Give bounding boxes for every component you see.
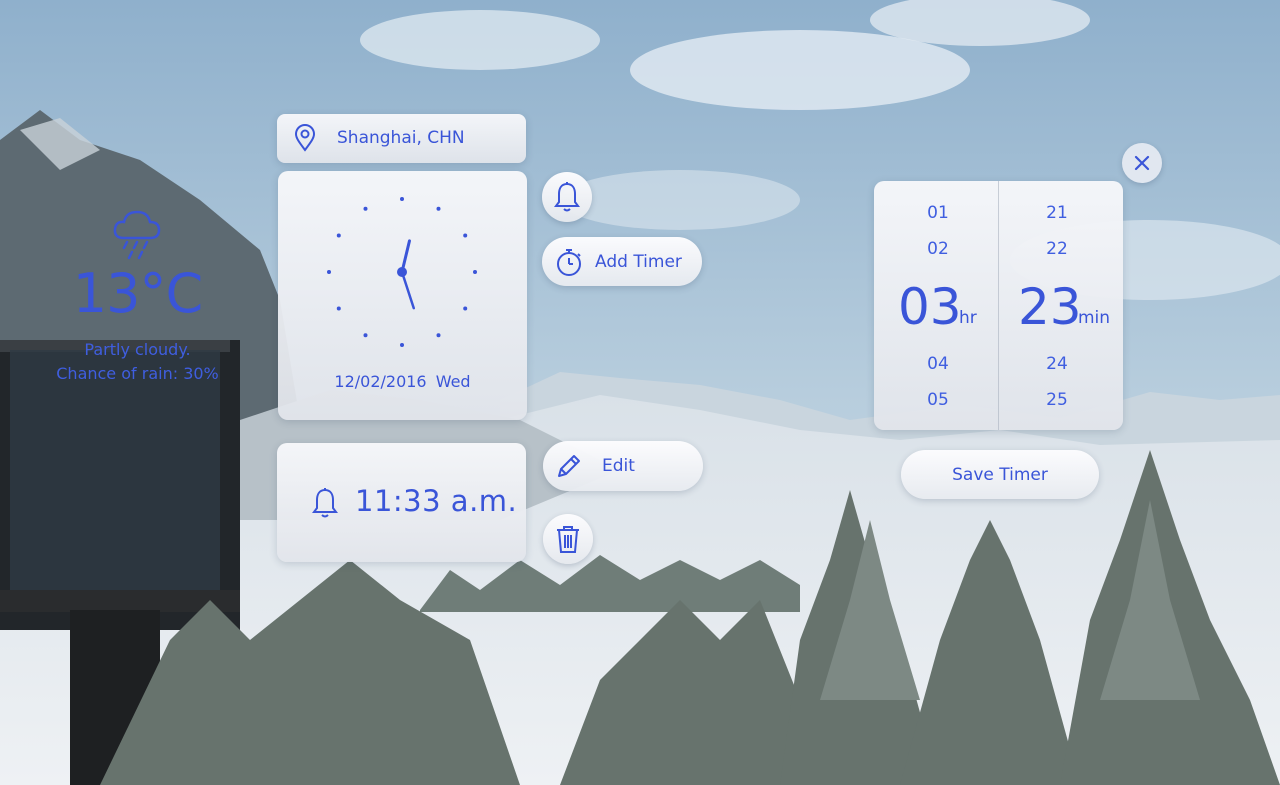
- add-timer-button[interactable]: Add Timer: [542, 237, 702, 286]
- selected-hour[interactable]: 03: [898, 278, 962, 336]
- clock-center-pin: [397, 267, 407, 277]
- clock-hour-marker: [473, 270, 477, 274]
- save-timer-button[interactable]: Save Timer: [901, 450, 1099, 499]
- clock-hour-marker: [436, 333, 441, 338]
- clock-hour-marker: [436, 206, 441, 211]
- bell-button[interactable]: [542, 172, 592, 222]
- save-timer-label: Save Timer: [952, 464, 1048, 485]
- clock-date: 12/02/2016 Wed: [278, 372, 527, 391]
- hour-option[interactable]: 04: [908, 354, 968, 374]
- minute-unit: min: [1078, 308, 1111, 328]
- selected-minute[interactable]: 23: [1018, 278, 1082, 336]
- alarm-time: 11:33 a.m.: [355, 484, 518, 518]
- hour-option[interactable]: 05: [908, 390, 968, 410]
- edit-label: Edit: [602, 456, 635, 476]
- edit-button[interactable]: Edit: [543, 441, 703, 491]
- rain-cloud-icon: [113, 210, 161, 260]
- clock-hour-marker: [363, 206, 368, 211]
- clock-hour-marker: [463, 233, 468, 238]
- pencil-icon: [558, 455, 580, 477]
- hour-unit: hr: [959, 308, 977, 328]
- clock-hour-marker: [363, 333, 368, 338]
- add-timer-label: Add Timer: [595, 252, 682, 272]
- minute-option[interactable]: 25: [1027, 390, 1087, 410]
- clock-hour-marker: [400, 343, 404, 347]
- analog-clock: [327, 197, 477, 347]
- clock-hour-marker: [336, 306, 341, 311]
- weather-condition: Partly cloudy.: [84, 340, 191, 359]
- rain-chance: Chance of rain: 30%: [56, 364, 219, 383]
- clock-minute-hand: [400, 270, 415, 310]
- hour-option[interactable]: 02: [908, 239, 968, 259]
- minute-option[interactable]: 24: [1027, 354, 1087, 374]
- close-icon: [1134, 155, 1150, 171]
- minute-option[interactable]: 22: [1027, 239, 1087, 259]
- location-pin-icon: [294, 124, 316, 152]
- hour-option[interactable]: 01: [908, 203, 968, 223]
- date-text: 12/02/2016: [334, 372, 427, 391]
- stopwatch-icon: [557, 249, 581, 276]
- clock-hour-marker: [327, 270, 331, 274]
- bell-icon: [312, 488, 338, 518]
- picker-divider: [998, 181, 999, 430]
- delete-button[interactable]: [543, 514, 593, 564]
- weekday-text: Wed: [435, 372, 471, 391]
- minute-option[interactable]: 21: [1027, 203, 1087, 223]
- bell-icon: [554, 182, 580, 212]
- weather-temperature: 13°C: [72, 262, 203, 325]
- weather-description: Partly cloudy. Chance of rain: 30%: [13, 338, 262, 386]
- location-label: Shanghai, CHN: [337, 128, 465, 148]
- close-timer-button[interactable]: [1122, 143, 1162, 183]
- clock-hour-marker: [336, 233, 341, 238]
- clock-hour-marker: [400, 197, 404, 201]
- trash-icon: [557, 526, 579, 553]
- clock-hour-marker: [463, 306, 468, 311]
